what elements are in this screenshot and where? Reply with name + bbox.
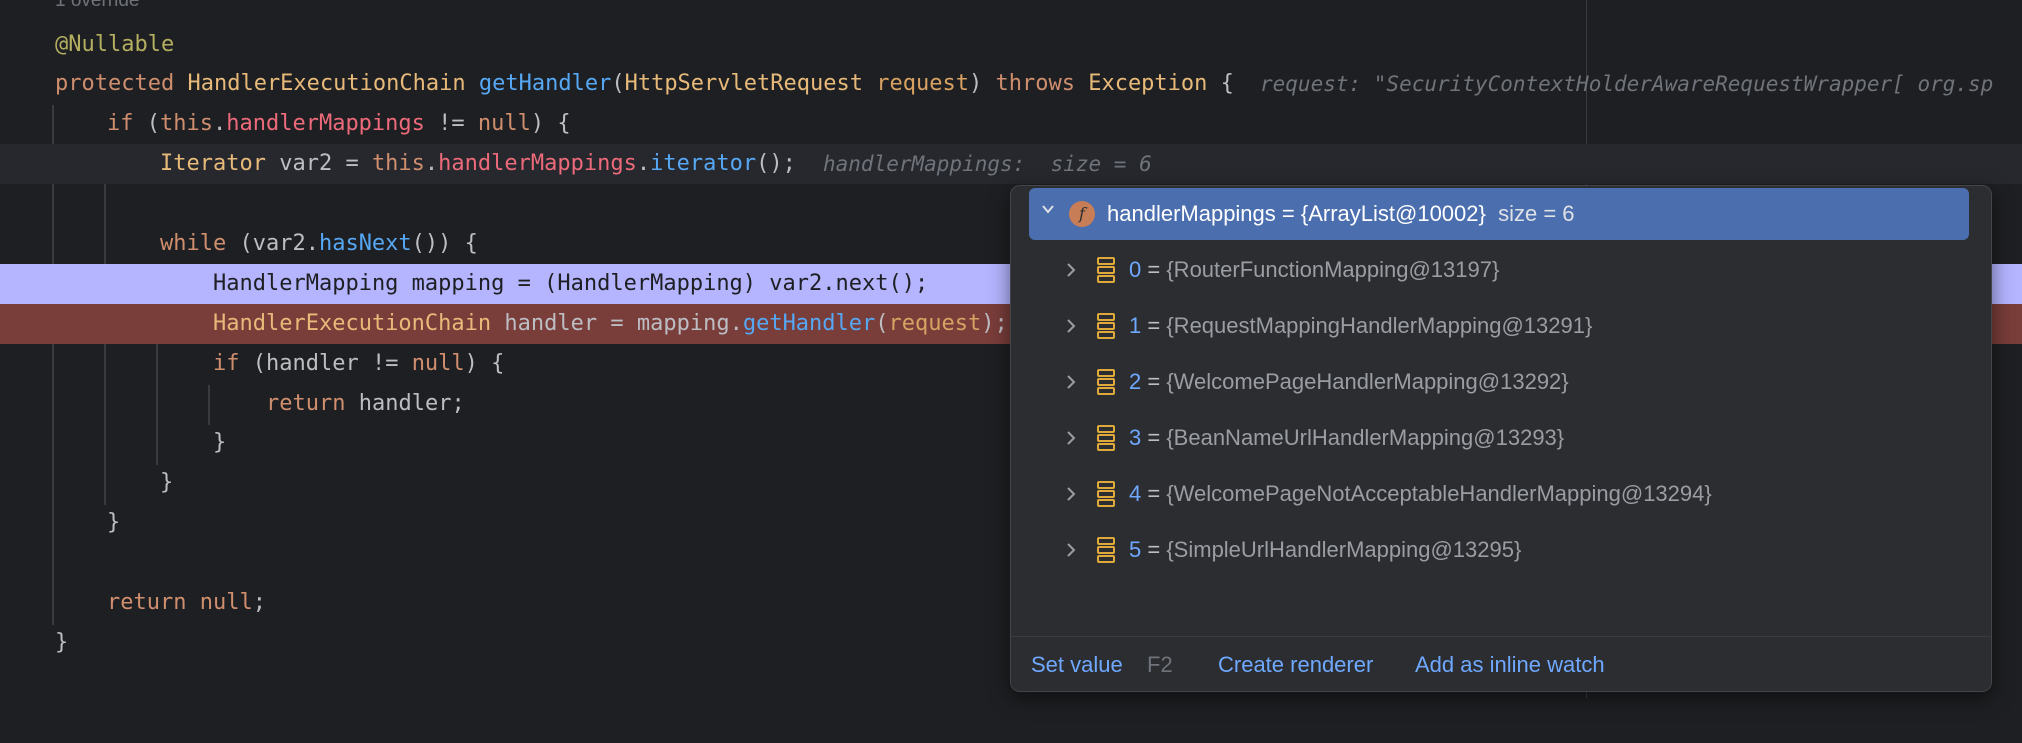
array-element-icon [1097, 313, 1115, 339]
inline-value-request: request: "SecurityContextHolderAwareRequ… [1260, 72, 1994, 96]
tree-node-text: 3 = {BeanNameUrlHandlerMapping@13293} [1129, 410, 1564, 466]
tree-node-handler-mappings[interactable]: f handlerMappings = {ArrayList@10002} si… [1029, 188, 1969, 240]
chevron-right-icon[interactable] [1065, 318, 1077, 334]
field-icon: f [1069, 201, 1095, 227]
code-line-signature: protected HandlerExecutionChain getHandl… [0, 64, 2022, 104]
array-element-icon [1097, 537, 1115, 563]
item-equals: = [1141, 425, 1167, 450]
item-value: {WelcomePageHandlerMapping@13292} [1166, 369, 1569, 394]
array-element-icon [1097, 481, 1115, 507]
code-line-if-mappings: if (this.handlerMappings != null) { [107, 111, 571, 136]
tree-node-item[interactable]: 1 = {RequestMappingHandlerMapping@13291} [1011, 298, 1991, 354]
item-index: 4 [1129, 481, 1142, 506]
chevron-down-icon[interactable] [1041, 202, 1055, 216]
item-value: {RouterFunctionMapping@13197} [1166, 257, 1500, 282]
annotation: @Nullable [55, 32, 175, 57]
item-index: 1 [1129, 313, 1142, 338]
array-element-icon [1097, 257, 1115, 283]
array-element-icon [1097, 369, 1115, 395]
set-value-shortcut: F2 [1147, 652, 1173, 677]
chevron-right-icon[interactable] [1065, 542, 1077, 558]
inline-value-handler-mappings[interactable]: handlerMappings: size = 6 [823, 144, 1152, 184]
item-index: 0 [1129, 257, 1142, 282]
item-equals: = [1141, 313, 1167, 338]
tree-node-item[interactable]: 4 = {WelcomePageNotAcceptableHandlerMapp… [1011, 466, 1991, 522]
tree-node-text: 4 = {WelcomePageNotAcceptableHandlerMapp… [1129, 466, 1712, 522]
item-value: {BeanNameUrlHandlerMapping@13293} [1166, 425, 1565, 450]
tree-node-text: 5 = {SimpleUrlHandlerMapping@13295} [1129, 522, 1521, 578]
item-equals: = [1141, 257, 1167, 282]
code-line-annotation: @Nullable [0, 25, 2022, 65]
set-value-link[interactable]: Set value [1031, 637, 1123, 691]
debugger-value-popup[interactable]: f handlerMappings = {ArrayList@10002} si… [1010, 185, 1992, 692]
chevron-right-icon[interactable] [1065, 374, 1077, 390]
array-element-icon [1097, 425, 1115, 451]
item-value: {SimpleUrlHandlerMapping@13295} [1166, 537, 1522, 562]
method-signature: protected HandlerExecutionChain getHandl… [55, 71, 1234, 96]
item-equals: = [1141, 537, 1167, 562]
tree-node-text: 0 = {RouterFunctionMapping@13197} [1129, 242, 1499, 298]
field-size: size = 6 [1485, 201, 1575, 226]
tree-node-item[interactable]: 5 = {SimpleUrlHandlerMapping@13295} [1011, 522, 1991, 578]
item-equals: = [1141, 369, 1167, 394]
tree-node-text: 2 = {WelcomePageHandlerMapping@13292} [1129, 354, 1569, 410]
item-index: 2 [1129, 369, 1142, 394]
tree-node-item[interactable]: 0 = {RouterFunctionMapping@13197} [1011, 242, 1991, 298]
item-index: 3 [1129, 425, 1142, 450]
tree-node-item[interactable]: 3 = {BeanNameUrlHandlerMapping@13293} [1011, 410, 1991, 466]
item-value: {RequestMappingHandlerMapping@13291} [1166, 313, 1593, 338]
chevron-right-icon[interactable] [1065, 486, 1077, 502]
item-equals: = [1141, 481, 1167, 506]
item-index: 5 [1129, 537, 1142, 562]
chevron-right-icon[interactable] [1065, 262, 1077, 278]
override-hint[interactable]: 1 override [55, 0, 140, 12]
add-inline-watch-link[interactable]: Add as inline watch [1415, 637, 1605, 691]
tree-node-text: 1 = {RequestMappingHandlerMapping@13291} [1129, 298, 1592, 354]
item-value: {WelcomePageNotAcceptableHandlerMapping@… [1166, 481, 1712, 506]
code-mapping-assignment: HandlerMapping mapping = (HandlerMapping… [213, 271, 929, 296]
field-name: handlerMappings [1107, 201, 1276, 226]
chevron-right-icon[interactable] [1065, 430, 1077, 446]
field-value: = {ArrayList@10002} [1275, 201, 1486, 226]
tree-node-item[interactable]: 2 = {WelcomePageHandlerMapping@13292} [1011, 354, 1991, 410]
code-line-iterator: Iterator var2 = this.handlerMappings.ite… [0, 144, 2022, 184]
create-renderer-link[interactable]: Create renderer [1218, 637, 1373, 691]
popup-footer: Set value F2 Create renderer Add as inli… [1011, 636, 1991, 691]
